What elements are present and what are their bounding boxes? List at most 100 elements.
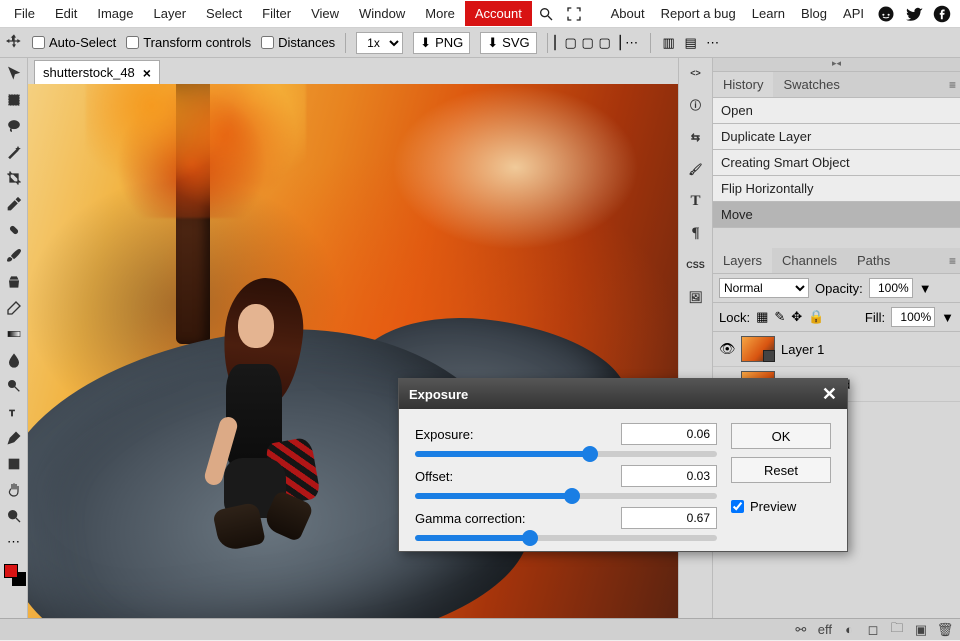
twitter-icon[interactable] [904,4,924,24]
info-panel-icon[interactable]: ⓘ [685,94,707,116]
shape-tool[interactable] [2,452,26,476]
menu-edit[interactable]: Edit [45,1,87,26]
offset-slider[interactable] [415,493,717,499]
wand-tool[interactable] [2,140,26,164]
more-tool[interactable]: ⋯ [2,530,26,554]
reddit-icon[interactable] [876,4,896,24]
link-blog[interactable]: Blog [793,1,835,26]
gamma-input[interactable] [621,507,717,529]
tab-history[interactable]: History [713,72,773,97]
align-right-icon[interactable]: ▢▕ [602,35,618,51]
facebook-icon[interactable] [932,4,952,24]
menu-select[interactable]: Select [196,1,252,26]
color-swatches[interactable] [2,564,26,594]
lasso-tool[interactable] [2,114,26,138]
auto-select-checkbox[interactable]: Auto-Select [32,35,116,50]
align-center-h-icon[interactable]: ▢ [580,35,596,51]
menu-window[interactable]: Window [349,1,415,26]
align-left-icon[interactable]: ▏▢ [558,35,574,51]
layer-name[interactable]: Layer 1 [781,342,824,357]
eyedropper-tool[interactable] [2,192,26,216]
panel-menu-icon[interactable]: ≡ [949,78,956,92]
link-about[interactable]: About [603,1,653,26]
character-panel-icon[interactable]: T [685,190,707,212]
adjust-icon[interactable]: ◐ [842,623,856,637]
eff-label[interactable]: eff [818,622,832,637]
lock-all-icon[interactable]: 🔒 [808,309,824,325]
opacity-input[interactable] [869,278,913,298]
menu-view[interactable]: View [301,1,349,26]
layer-row[interactable]: 👁 Layer 1 [713,332,960,367]
image-panel-icon[interactable]: 🖼 [685,286,707,308]
tab-swatches[interactable]: Swatches [773,72,849,97]
zoom-select[interactable]: 1x [356,32,403,54]
move-tool[interactable] [2,62,26,86]
gradient-tool[interactable] [2,322,26,346]
export-svg-button[interactable]: ⬇SVG [480,32,536,54]
paragraph-panel-icon[interactable]: ¶ [685,222,707,244]
canvas[interactable] [28,84,678,640]
collapse-panel-icon[interactable]: <> [685,62,707,84]
dialog-titlebar[interactable]: Exposure ✕ [399,379,847,409]
dodge-tool[interactable] [2,374,26,398]
distribute-v-icon[interactable]: ▤ [683,35,699,51]
menu-account[interactable]: Account [465,1,532,26]
fullscreen-icon[interactable] [564,4,584,24]
gamma-slider[interactable] [415,535,717,541]
search-icon[interactable] [536,4,556,24]
close-icon[interactable]: ✕ [822,384,837,405]
chevron-down-icon[interactable]: ▼ [919,281,932,296]
panel-menu-icon[interactable]: ≡ [949,254,956,268]
link-icon[interactable]: ⚯ [794,623,808,637]
lock-transparent-icon[interactable]: ▦ [756,309,768,325]
lock-brush-icon[interactable]: ✎ [774,309,785,325]
menu-file[interactable]: File [4,1,45,26]
adjust-panel-icon[interactable]: ⇆ [685,126,707,148]
trash-icon[interactable]: 🗑 [938,623,952,637]
history-item[interactable]: Flip Horizontally [713,176,960,202]
clone-tool[interactable] [2,270,26,294]
mask-icon[interactable]: ◻ [866,623,880,637]
history-item[interactable]: Creating Smart Object [713,150,960,176]
folder-icon[interactable]: 🗀 [890,623,904,637]
menu-image[interactable]: Image [87,1,143,26]
transform-controls-checkbox[interactable]: Transform controls [126,35,251,50]
reset-button[interactable]: Reset [731,457,831,483]
blur-tool[interactable] [2,348,26,372]
foreground-color[interactable] [4,564,18,578]
link-report-bug[interactable]: Report a bug [653,1,744,26]
tab-layers[interactable]: Layers [713,248,772,273]
distribute-more-icon[interactable]: ⋯ [705,35,721,51]
heal-tool[interactable] [2,218,26,242]
distances-checkbox[interactable]: Distances [261,35,335,50]
menu-layer[interactable]: Layer [144,1,197,26]
tab-paths[interactable]: Paths [847,248,900,273]
history-item[interactable]: Duplicate Layer [713,124,960,150]
type-tool[interactable]: T [2,400,26,424]
close-icon[interactable]: × [143,65,151,81]
blend-mode-select[interactable]: Normal [719,278,809,298]
marquee-tool[interactable] [2,88,26,112]
pen-tool[interactable] [2,426,26,450]
zoom-tool[interactable] [2,504,26,528]
layer-thumbnail[interactable] [741,336,775,362]
eraser-tool[interactable] [2,296,26,320]
history-item[interactable]: Open [713,98,960,124]
lock-move-icon[interactable]: ✥ [791,309,802,325]
distribute-h-icon[interactable]: ▥ [661,35,677,51]
chevron-down-icon[interactable]: ▼ [941,310,954,325]
menu-filter[interactable]: Filter [252,1,301,26]
new-layer-icon[interactable]: ▣ [914,623,928,637]
link-api[interactable]: API [835,1,872,26]
fill-input[interactable] [891,307,935,327]
ok-button[interactable]: OK [731,423,831,449]
document-tab[interactable]: shutterstock_48 × [34,60,160,84]
link-learn[interactable]: Learn [744,1,793,26]
css-panel-icon[interactable]: CSS [685,254,707,276]
align-more-icon[interactable]: ⋯ [624,35,640,51]
tab-channels[interactable]: Channels [772,248,847,273]
brush-tool[interactable] [2,244,26,268]
exposure-slider[interactable] [415,451,717,457]
visibility-icon[interactable]: 👁 [719,341,735,357]
offset-input[interactable] [621,465,717,487]
